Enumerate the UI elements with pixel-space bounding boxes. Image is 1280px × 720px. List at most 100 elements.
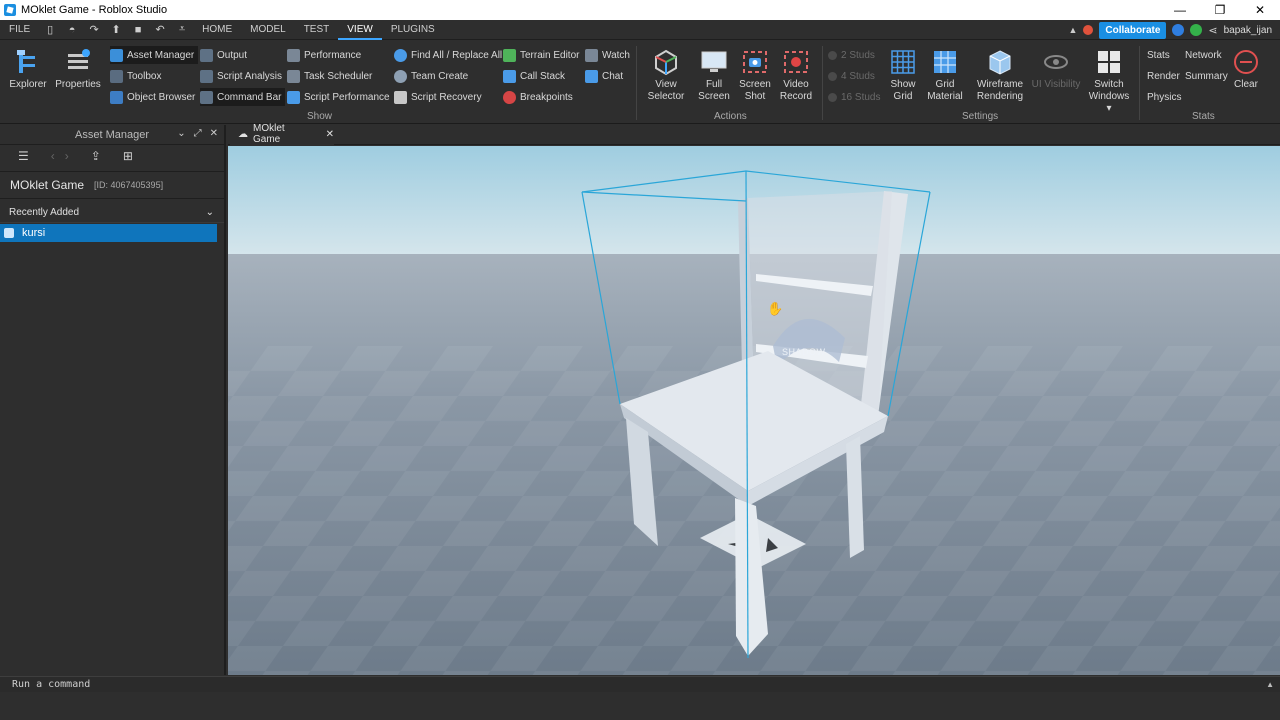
ribbon: Explorer Properties Asset Manager Toolbo…: [0, 40, 1280, 124]
chat-label: Chat: [602, 70, 624, 82]
script-recovery-label: Script Recovery: [411, 91, 482, 103]
full-screen-icon: [700, 48, 728, 76]
panel-undock-icon[interactable]: ⤢: [194, 128, 202, 139]
menu-file[interactable]: FILE: [0, 20, 39, 40]
output-icon: [200, 48, 213, 62]
wireframe-rendering-button[interactable]: Wireframe Rendering: [972, 48, 1028, 103]
grid-16-studs-radio[interactable]: 16 Studs: [828, 88, 880, 106]
terrain-editor-toggle[interactable]: Terrain Editor: [503, 46, 579, 64]
panel-menu-icon[interactable]: ⌄: [177, 128, 185, 139]
notification-icon[interactable]: [1083, 25, 1094, 35]
view-selector-label-2: Selector: [647, 91, 685, 102]
object-browser-toggle[interactable]: Object Browser: [110, 88, 195, 106]
tab-close-icon[interactable]: ✕: [326, 129, 334, 140]
collapse-ribbon-icon[interactable]: ▲: [1068, 25, 1077, 35]
restore-button[interactable]: ❐: [1200, 0, 1240, 20]
status-area: [0, 692, 1280, 720]
username[interactable]: bapak_ijan: [1224, 25, 1272, 36]
output-toggle[interactable]: Output: [200, 46, 247, 64]
script-performance-toggle[interactable]: Script Performance: [287, 88, 390, 106]
actions-group-label: Actions: [714, 111, 747, 122]
window-titlebar: MOklet Game - Roblox Studio — ❐ ✕: [0, 0, 1280, 20]
asset-manager-toggle[interactable]: Asset Manager: [110, 46, 199, 64]
team-create-toggle[interactable]: Team Create: [394, 67, 468, 85]
full-screen-label-1: Full: [705, 79, 723, 90]
full-screen-button[interactable]: Full Screen: [694, 48, 734, 103]
open-icon[interactable]: ◓: [65, 23, 79, 37]
properties-button[interactable]: Properties: [54, 48, 102, 91]
help-icon[interactable]: [1172, 24, 1185, 36]
menu-home[interactable]: HOME: [193, 20, 241, 40]
grid-2-studs-radio[interactable]: 2 Studs: [828, 46, 875, 64]
tab-moklet-game[interactable]: ☁ MOklet Game ✕: [230, 123, 334, 145]
task-scheduler-toggle[interactable]: Task Scheduler: [287, 67, 372, 85]
physics-toggle[interactable]: Physics: [1147, 88, 1181, 106]
import-icon[interactable]: ⇪: [91, 149, 101, 163]
script-analysis-label: Script Analysis: [217, 70, 283, 82]
quick-access-dropdown-icon[interactable]: ⩡: [175, 23, 189, 37]
grid-view-icon[interactable]: ⊞: [123, 149, 133, 163]
stop-icon[interactable]: ■: [131, 23, 145, 37]
new-file-icon[interactable]: ▯: [43, 23, 57, 37]
screenshot-button[interactable]: Screen Shot: [736, 48, 774, 103]
switch-windows-button[interactable]: Switch Windows ▾: [1086, 48, 1132, 115]
collaborate-button[interactable]: Collaborate: [1099, 21, 1167, 39]
panel-close-icon[interactable]: ✕: [210, 128, 218, 139]
asset-manager-header: Asset Manager ⌄ ⤢ ✕: [0, 125, 224, 145]
windows-grid-icon: [1095, 48, 1123, 76]
video-record-button[interactable]: Video Record: [777, 48, 815, 103]
share-icon[interactable]: ⋖: [1208, 24, 1217, 37]
show-grid-button[interactable]: Show Grid: [884, 48, 922, 103]
3d-viewport[interactable]: SHADOW ✋: [228, 146, 1280, 675]
viewport-scene: [228, 146, 1280, 675]
performance-toggle[interactable]: Performance: [287, 46, 361, 64]
render-toggle[interactable]: Render: [1147, 67, 1180, 85]
find-all-label: Find All / Replace All: [411, 49, 503, 61]
tab-label: MOklet Game: [253, 123, 285, 145]
ui-visibility-button[interactable]: UI Visibility: [1030, 48, 1082, 91]
network-toggle[interactable]: Network: [1185, 46, 1222, 64]
watch-toggle[interactable]: Watch: [585, 46, 630, 64]
explorer-label: Explorer: [9, 79, 47, 90]
command-bar[interactable]: Run a command ▲: [0, 676, 1280, 692]
switch-windows-label-2: Windows ▾: [1088, 91, 1130, 114]
call-stack-toggle[interactable]: Call Stack: [503, 67, 565, 85]
stats-toggle[interactable]: Stats: [1147, 46, 1170, 64]
explorer-button[interactable]: Explorer: [8, 48, 48, 91]
grid-material-label-2: Material: [927, 91, 963, 102]
undo-icon[interactable]: ↶: [153, 23, 167, 37]
summary-toggle[interactable]: Summary: [1185, 67, 1228, 85]
forward-arrow-icon[interactable]: ›: [65, 149, 69, 163]
find-all-toggle[interactable]: Find All / Replace All: [394, 46, 502, 64]
redo-arrow-icon[interactable]: ↷: [87, 23, 101, 37]
minimize-button[interactable]: —: [1160, 0, 1200, 20]
status-icon[interactable]: [1190, 24, 1203, 36]
task-scheduler-icon: [287, 69, 300, 83]
switch-windows-label-1: Switch: [1094, 79, 1124, 90]
command-input[interactable]: Run a command: [12, 679, 90, 690]
menu-view[interactable]: VIEW: [338, 20, 382, 40]
clear-stats-button[interactable]: Clear: [1230, 48, 1262, 91]
close-button[interactable]: ✕: [1240, 0, 1280, 20]
menu-test[interactable]: TEST: [295, 20, 339, 40]
grid-4-studs-label: 4 Studs: [841, 70, 875, 82]
asset-item-kursi[interactable]: kursi: [0, 224, 217, 242]
back-arrow-icon[interactable]: ‹: [51, 149, 55, 163]
publish-icon[interactable]: ⬆: [109, 23, 123, 37]
toolbox-toggle[interactable]: Toolbox: [110, 67, 161, 85]
script-analysis-toggle[interactable]: Script Analysis: [200, 67, 282, 85]
recently-added-section[interactable]: Recently Added ⌄: [0, 203, 224, 223]
grid-4-studs-radio[interactable]: 4 Studs: [828, 67, 875, 85]
grid-material-button[interactable]: Grid Material: [924, 48, 966, 103]
breakpoints-toggle[interactable]: Breakpoints: [503, 88, 573, 106]
menu-model[interactable]: MODEL: [241, 20, 295, 40]
view-selector-button[interactable]: View Selector: [644, 48, 688, 103]
hamburger-menu-icon[interactable]: ☰: [18, 149, 29, 163]
chat-toggle[interactable]: Chat: [585, 67, 623, 85]
command-history-arrow-icon[interactable]: ▲: [1266, 680, 1274, 689]
script-recovery-toggle[interactable]: Script Recovery: [394, 88, 482, 106]
menu-plugins[interactable]: PLUGINS: [382, 20, 444, 40]
toolbox-icon: [110, 69, 123, 83]
command-bar-toggle[interactable]: Command Bar: [200, 88, 286, 106]
document-tab-bar: ☁ MOklet Game ✕: [228, 123, 1280, 145]
